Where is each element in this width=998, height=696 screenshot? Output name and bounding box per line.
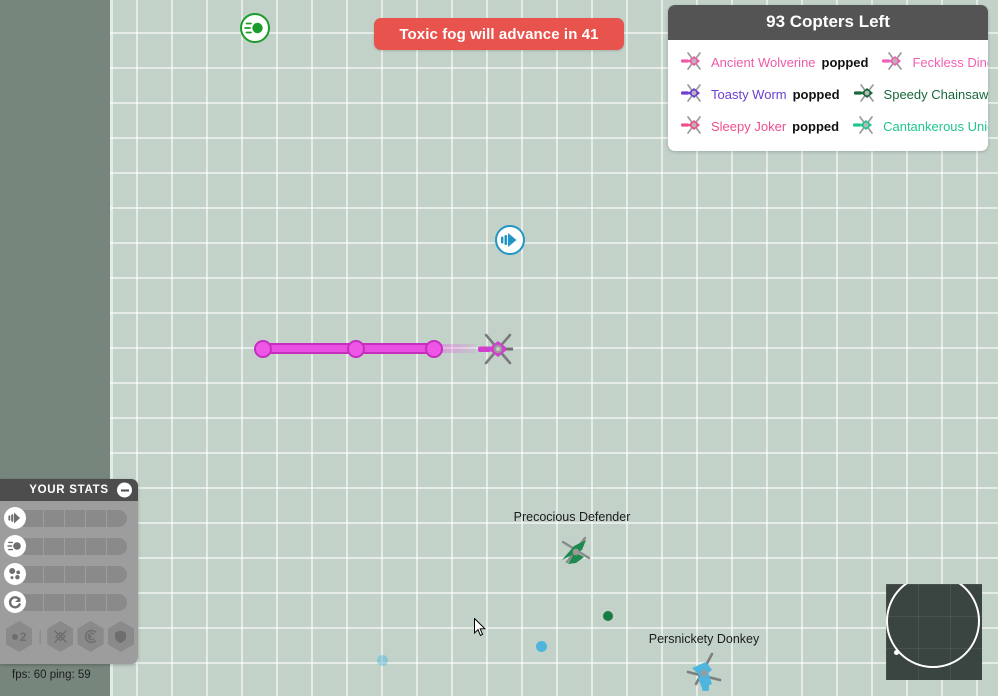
scoreboard-panel: 93 Copters Left Ancient Wolverine popped [668,5,988,151]
killer-copter-icon [680,51,706,74]
killer-copter-icon [680,83,706,106]
copters-left-title: 93 Copters Left [668,5,988,40]
reload-icon [4,591,26,613]
killer-name: Toasty Worm [711,86,787,102]
radar-ability-hex[interactable] [77,621,104,652]
stat-row-reload[interactable] [4,591,138,613]
shield-ability-hex[interactable] [107,621,134,652]
player-label-persnickety-donkey: Persnickety Donkey [648,632,760,646]
stat-bar-reload [23,593,127,611]
local-player-copter [474,325,522,373]
stats-list: 2 | [0,501,138,664]
victim-name: Feckless Dinosaur [912,54,988,70]
stat-bar-multishot [23,565,127,583]
stat-row-multishot[interactable] [4,563,138,585]
copter-icon [54,630,67,643]
multishot-icon [4,563,26,585]
stat-bar-speed [23,509,127,527]
collapse-minus-icon[interactable] [117,482,132,498]
bullet-speed-pickup[interactable] [240,13,270,43]
kill-feed-row: Ancient Wolverine popped Feckless Dinosa… [668,46,988,78]
stats-panel-title: YOUR STATS [29,484,109,496]
victim-name: Cantankerous Unicorn [883,118,988,134]
shield-icon [115,630,127,643]
mouse-cursor [474,617,486,637]
bullet-speed-icon [4,535,26,557]
killer-name: Sleepy Joker [711,118,787,134]
bullet [377,655,388,666]
upgrade-points-hex[interactable]: 2 [6,621,33,652]
speed-pickup[interactable] [495,225,525,255]
kill-verb: popped [792,86,840,102]
victim-copter-icon [881,51,907,74]
stat-row-speed[interactable] [4,507,138,529]
stats-panel-header: YOUR STATS [0,479,138,501]
upgrade-points-value: 2 [19,629,27,644]
copter-sprite-icon [478,333,513,365]
enemy-copter-persnickety-donkey [682,650,728,696]
player-trail-node [254,340,272,358]
abilities-row: 2 | [0,619,138,660]
stat-row-bullet-speed[interactable] [4,535,138,557]
victim-copter-icon [852,115,878,138]
player-trail-node [425,340,443,358]
killer-copter-icon [680,115,706,138]
abilities-divider: | [38,628,43,645]
killer-name: Ancient Wolverine [711,54,816,70]
player-trail-node [347,340,365,358]
kill-verb: popped [792,118,840,134]
copter-ability-hex[interactable] [47,621,74,652]
speed-icon [4,507,26,529]
victim-copter-icon [853,83,879,106]
minimap[interactable] [886,584,982,680]
kill-feed-row: Toasty Worm popped Speedy Chainsaw [668,78,988,110]
bullet [536,641,547,652]
victim-name: Speedy Chainsaw [883,86,988,102]
radar-icon [84,629,97,644]
minimap-self-marker [894,650,899,655]
stat-bar-bullet-speed [23,537,127,555]
toxic-fog-warning-banner: Toxic fog will advance in 41 [374,18,624,50]
kill-feed-row: Sleepy Joker popped Cantankerous Unicorn [668,110,988,142]
player-label-precocious-defender: Precocious Defender [513,510,631,524]
kill-feed-list: Ancient Wolverine popped Feckless Dinosa… [668,40,988,151]
speed-icon [501,233,517,247]
your-stats-panel: YOUR STATS 2 | [0,479,138,664]
copter-sprite-icon [561,536,591,564]
bullet-speed-icon [244,22,263,34]
enemy-copter-precocious-defender [554,528,598,572]
copter-sprite-icon [686,652,722,691]
fps-ping-readout: fps: 60 ping: 59 [12,669,91,681]
kill-verb: popped [821,54,869,70]
bullet [603,611,613,621]
